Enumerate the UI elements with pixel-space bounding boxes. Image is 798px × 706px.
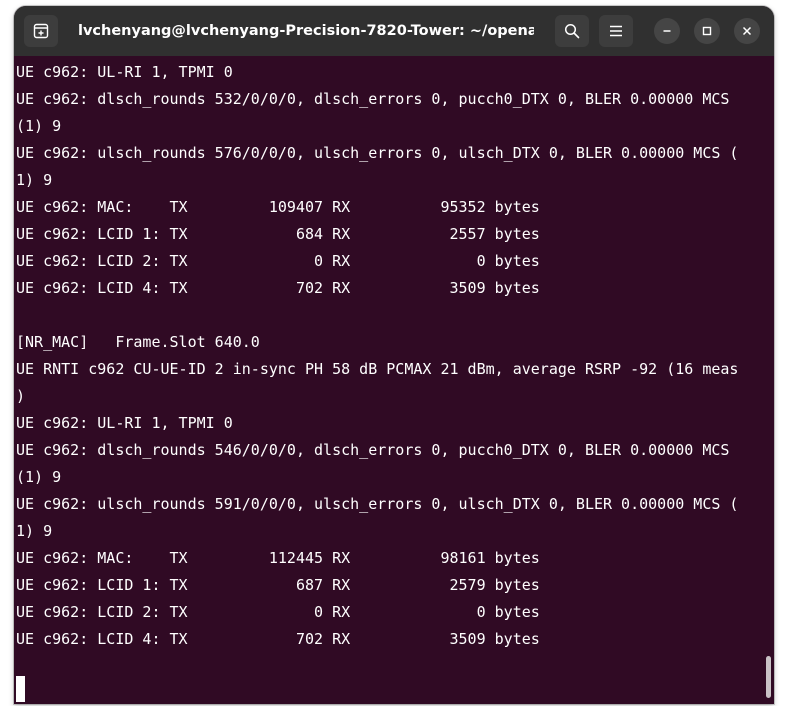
terminal-line: UE c962: UL-RI 1, TPMI 0	[16, 414, 233, 432]
minimize-button[interactable]	[654, 18, 680, 44]
scrollbar-thumb[interactable]	[766, 656, 771, 698]
terminal-line: UE c962: ulsch_rounds 591/0/0/0, ulsch_e…	[16, 495, 739, 513]
terminal-line: UE c962: LCID 4: TX 702 RX 3509 bytes	[16, 630, 540, 648]
terminal-line: UE c962: LCID 4: TX 702 RX 3509 bytes	[16, 279, 540, 297]
terminal-line: UE c962: LCID 2: TX 0 RX 0 bytes	[16, 252, 540, 270]
terminal-line: UE c962: LCID 1: TX 684 RX 2557 bytes	[16, 225, 540, 243]
maximize-button[interactable]	[694, 18, 720, 44]
terminal-line: UE c962: MAC: TX 112445 RX 98161 bytes	[16, 549, 540, 567]
terminal-line: UE c962: MAC: TX 109407 RX 95352 bytes	[16, 198, 540, 216]
terminal-line: (1) 9	[16, 468, 62, 486]
close-icon	[742, 26, 752, 36]
hamburger-menu-icon	[610, 25, 622, 37]
title-bar[interactable]: lvchenyang@lvchenyang-Precision-7820-Tow…	[14, 6, 774, 56]
terminal-output[interactable]: UE c962: UL-RI 1, TPMI 0 UE c962: dlsch_…	[14, 56, 774, 704]
terminal-line: (1) 9	[16, 117, 62, 135]
terminal-window: lvchenyang@lvchenyang-Precision-7820-Tow…	[14, 6, 774, 704]
text-cursor	[16, 676, 25, 702]
terminal-line: 1) 9	[16, 522, 53, 540]
maximize-icon	[702, 26, 712, 36]
terminal-line: UE c962: ulsch_rounds 576/0/0/0, ulsch_e…	[16, 144, 739, 162]
search-icon	[564, 23, 580, 39]
terminal-line: 1) 9	[16, 171, 53, 189]
terminal-line: UE c962: LCID 1: TX 687 RX 2579 bytes	[16, 576, 540, 594]
window-title: lvchenyang@lvchenyang-Precision-7820-Tow…	[78, 23, 534, 39]
search-button[interactable]	[555, 15, 589, 47]
terminal-line: UE c962: dlsch_rounds 532/0/0/0, dlsch_e…	[16, 90, 730, 108]
terminal-line: )	[16, 387, 26, 405]
terminal-line: UE c962: dlsch_rounds 546/0/0/0, dlsch_e…	[16, 441, 730, 459]
close-button[interactable]	[734, 18, 760, 44]
new-tab-button[interactable]	[24, 15, 58, 47]
terminal-line: UE c962: LCID 2: TX 0 RX 0 bytes	[16, 603, 540, 621]
terminal-line: UE c962: UL-RI 1, TPMI 0	[16, 63, 233, 81]
terminal-line: [NR_MAC] Frame.Slot 640.0	[16, 333, 260, 351]
menu-button[interactable]	[599, 15, 633, 47]
terminal-line: UE RNTI c962 CU-UE-ID 2 in-sync PH 58 dB…	[16, 360, 739, 378]
new-tab-icon	[33, 23, 49, 39]
minimize-icon	[663, 30, 671, 32]
